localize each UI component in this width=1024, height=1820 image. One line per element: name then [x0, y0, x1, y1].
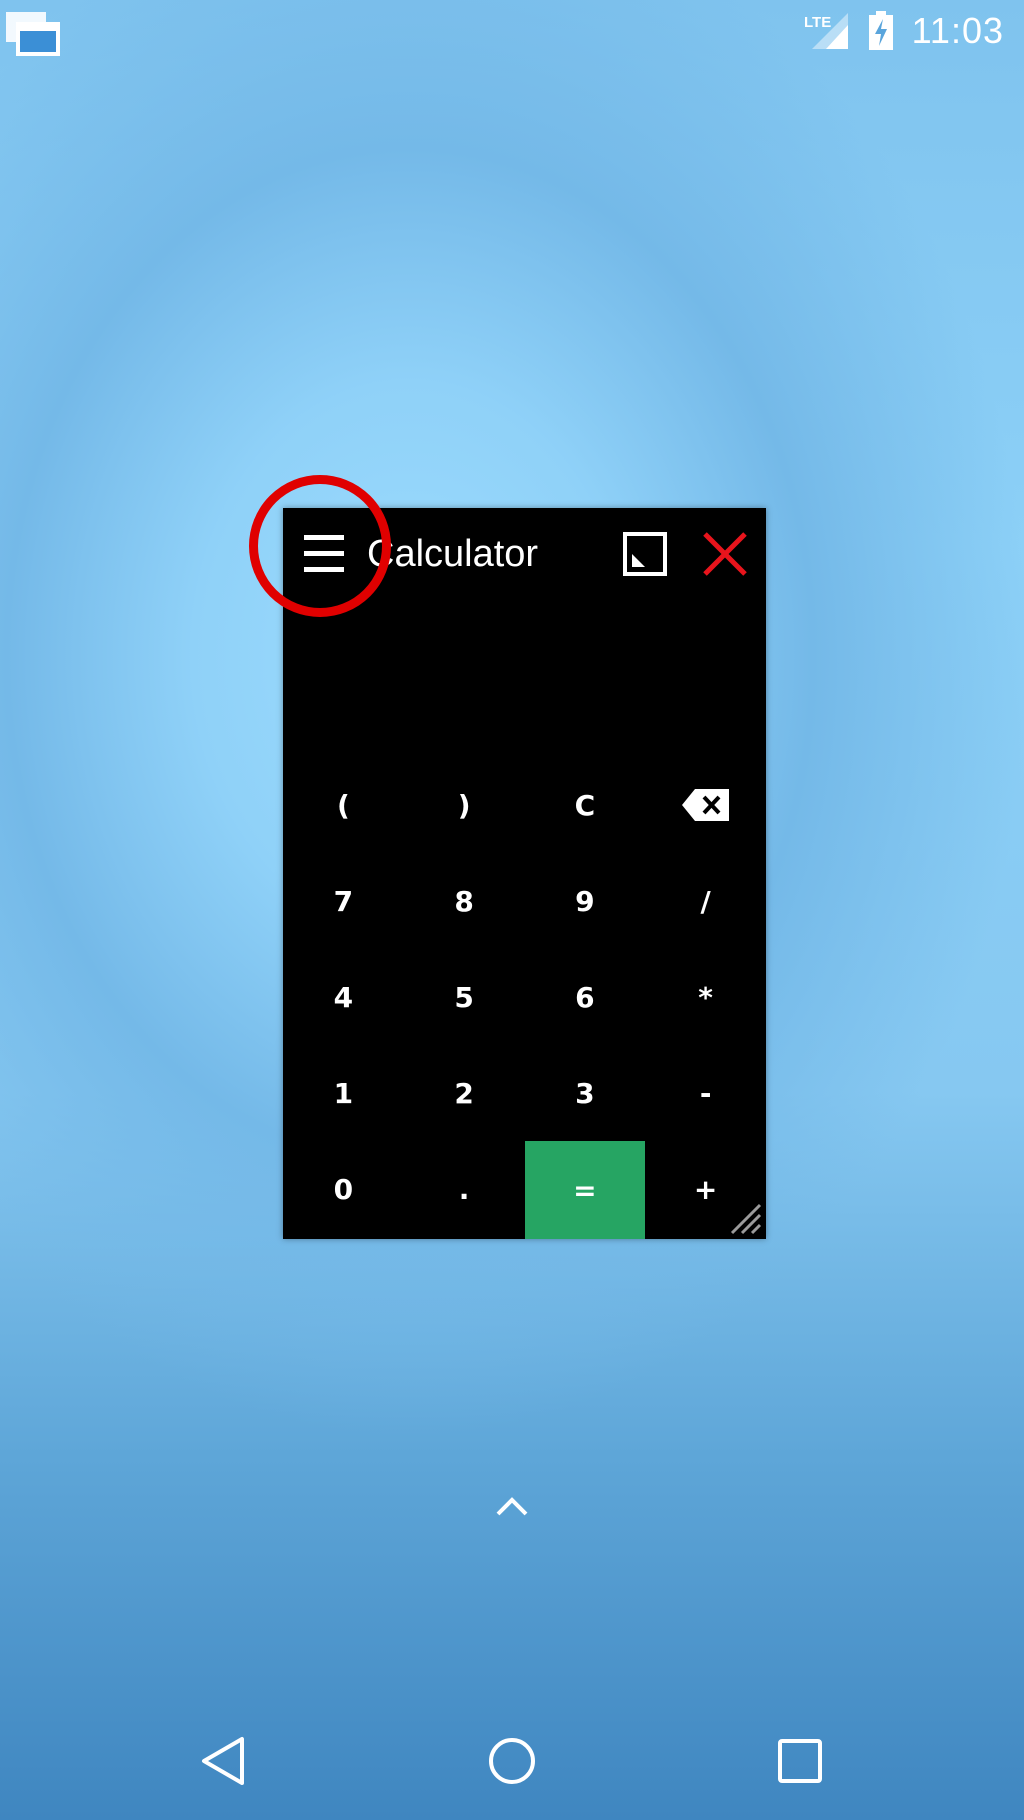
key-divide[interactable]: / — [645, 853, 766, 949]
key-0[interactable]: 0 — [283, 1141, 404, 1237]
navigation-bar — [0, 1700, 1024, 1820]
window-title: Calculator — [367, 533, 539, 575]
key-4[interactable]: 4 — [283, 949, 404, 1045]
status-bar: LTE 11:03 — [0, 0, 1024, 60]
key-8[interactable]: 8 — [404, 853, 525, 949]
key-close-paren[interactable]: ) — [404, 757, 525, 853]
menu-icon — [304, 535, 344, 540]
key-5[interactable]: 5 — [404, 949, 525, 1045]
key-2[interactable]: 2 — [404, 1045, 525, 1141]
backspace-icon — [681, 789, 729, 821]
status-icons: LTE 11:03 — [804, 6, 1004, 56]
menu-icon-line — [304, 567, 344, 572]
keypad: ( ) C 7 8 9 / 4 5 6 * 1 2 3 - 0 . = + — [283, 757, 766, 1239]
network-label: LTE — [804, 14, 831, 31]
battery-charging-icon — [868, 11, 893, 50]
key-decimal[interactable]: . — [404, 1141, 525, 1237]
resize-window-icon[interactable] — [623, 532, 667, 576]
key-7[interactable]: 7 — [283, 853, 404, 949]
window-titlebar[interactable]: Calculator — [283, 508, 766, 600]
menu-button[interactable] — [301, 530, 349, 578]
calculator-window[interactable]: Calculator ( ) C 7 8 9 / 4 5 6 * 1 2 3 -… — [283, 508, 766, 1239]
key-6[interactable]: 6 — [525, 949, 646, 1045]
multi-window-notification-icon — [6, 12, 60, 56]
back-icon[interactable] — [198, 1735, 250, 1787]
key-9[interactable]: 9 — [525, 853, 646, 949]
key-minus[interactable]: - — [645, 1045, 766, 1141]
key-clear[interactable]: C — [525, 757, 646, 853]
clock: 11:03 — [911, 10, 1004, 51]
key-multiply[interactable]: * — [645, 949, 766, 1045]
close-icon[interactable] — [701, 530, 749, 578]
key-open-paren[interactable]: ( — [283, 757, 404, 853]
resize-grip-icon[interactable] — [728, 1201, 762, 1235]
menu-icon-line — [304, 551, 344, 556]
key-3[interactable]: 3 — [525, 1045, 646, 1141]
key-1[interactable]: 1 — [283, 1045, 404, 1141]
home-icon[interactable] — [486, 1735, 538, 1787]
recents-icon[interactable] — [774, 1735, 826, 1787]
backspace-button[interactable] — [645, 757, 766, 853]
lte-signal-icon: LTE — [804, 13, 848, 49]
chevron-up-icon[interactable] — [494, 1494, 530, 1518]
key-equals[interactable]: = — [524, 1141, 646, 1239]
